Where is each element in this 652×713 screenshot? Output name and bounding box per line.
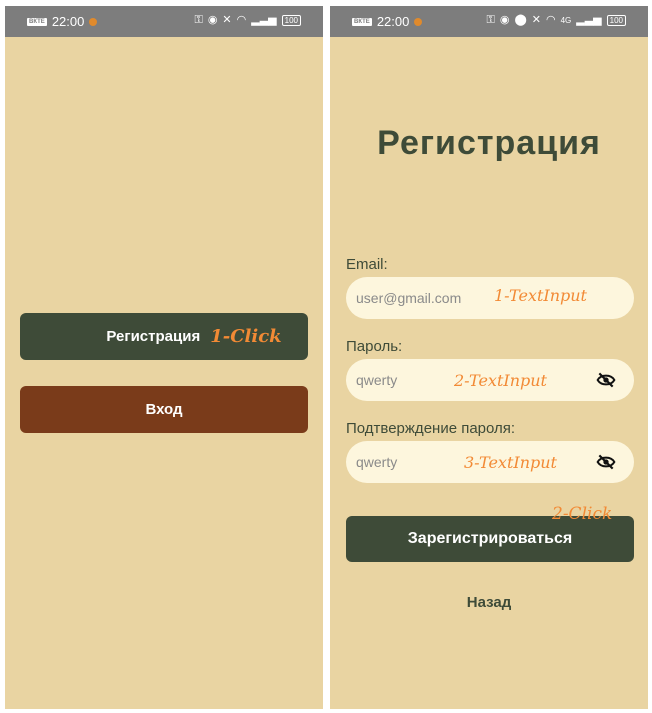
eye-icon: ◉ — [207, 14, 218, 26]
login-button-label: Вход — [145, 401, 183, 418]
mute-icon: ✕ — [222, 14, 232, 26]
status-bar: ВКТЕ 22:00 ⚿ ◉ ✕ ◠ ▂▃▅ 100 — [5, 6, 323, 37]
signal-icon: ▂▃▅ — [576, 14, 602, 26]
register-button[interactable]: Регистрация 1-Click — [20, 313, 308, 360]
mute-icon: ✕ — [531, 14, 541, 26]
register-annotation: 1-Click — [210, 326, 282, 347]
status-time: 22:00 — [51, 14, 85, 29]
email-label: Email: — [346, 256, 388, 273]
confirm-password-label: Подтверждение пароля: — [346, 420, 516, 437]
signal-icon: ▂▃▅ — [251, 14, 277, 26]
notification-dot-icon — [89, 17, 98, 26]
welcome-screen: ВКТЕ 22:00 ⚿ ◉ ✕ ◠ ▂▃▅ 100 Регистрация 1… — [5, 6, 323, 709]
key-icon: ⚿ — [194, 14, 203, 26]
key-icon: ⚿ — [486, 14, 495, 26]
location-icon: ⬤ — [514, 14, 527, 26]
status-bar: ВКТЕ 22:00 ⚿ ◉ ⬤ ✕ ◠ 4G ▂▃▅ 100 — [330, 6, 648, 37]
page-title: Регистрация — [377, 124, 601, 162]
back-link[interactable]: Назад — [330, 594, 648, 611]
notification-dot-icon — [414, 17, 423, 26]
eye-off-icon[interactable] — [596, 453, 616, 471]
register-button-label: Регистрация — [106, 328, 201, 345]
login-button[interactable]: Вход — [20, 386, 308, 433]
password-field: 2-TextInput — [346, 359, 634, 401]
wifi-icon: ◠ — [236, 14, 247, 26]
email-field: 1-TextInput — [346, 277, 634, 319]
battery-icon: 100 — [281, 14, 301, 26]
wifi-icon: ◠ — [545, 14, 556, 26]
confirm-password-field: 3-TextInput — [346, 441, 634, 483]
submit-annotation: 2-Click — [552, 504, 613, 524]
email-annotation: 1-TextInput — [494, 286, 587, 305]
eye-icon: ◉ — [499, 14, 510, 26]
vk-notification-icon: ВКТЕ — [352, 17, 372, 26]
register-submit-label: Зарегистрироваться — [407, 530, 573, 547]
password-annotation: 2-TextInput — [454, 371, 547, 390]
eye-off-icon[interactable] — [596, 371, 616, 389]
password-label: Пароль: — [346, 338, 403, 355]
network-type: 4G — [560, 15, 572, 25]
confirm-password-annotation: 3-TextInput — [464, 453, 557, 472]
status-time: 22:00 — [376, 14, 410, 29]
registration-screen: ВКТЕ 22:00 ⚿ ◉ ⬤ ✕ ◠ 4G ▂▃▅ 100 Регистра… — [330, 6, 648, 709]
battery-icon: 100 — [606, 14, 626, 26]
vk-notification-icon: ВКТЕ — [27, 17, 47, 26]
